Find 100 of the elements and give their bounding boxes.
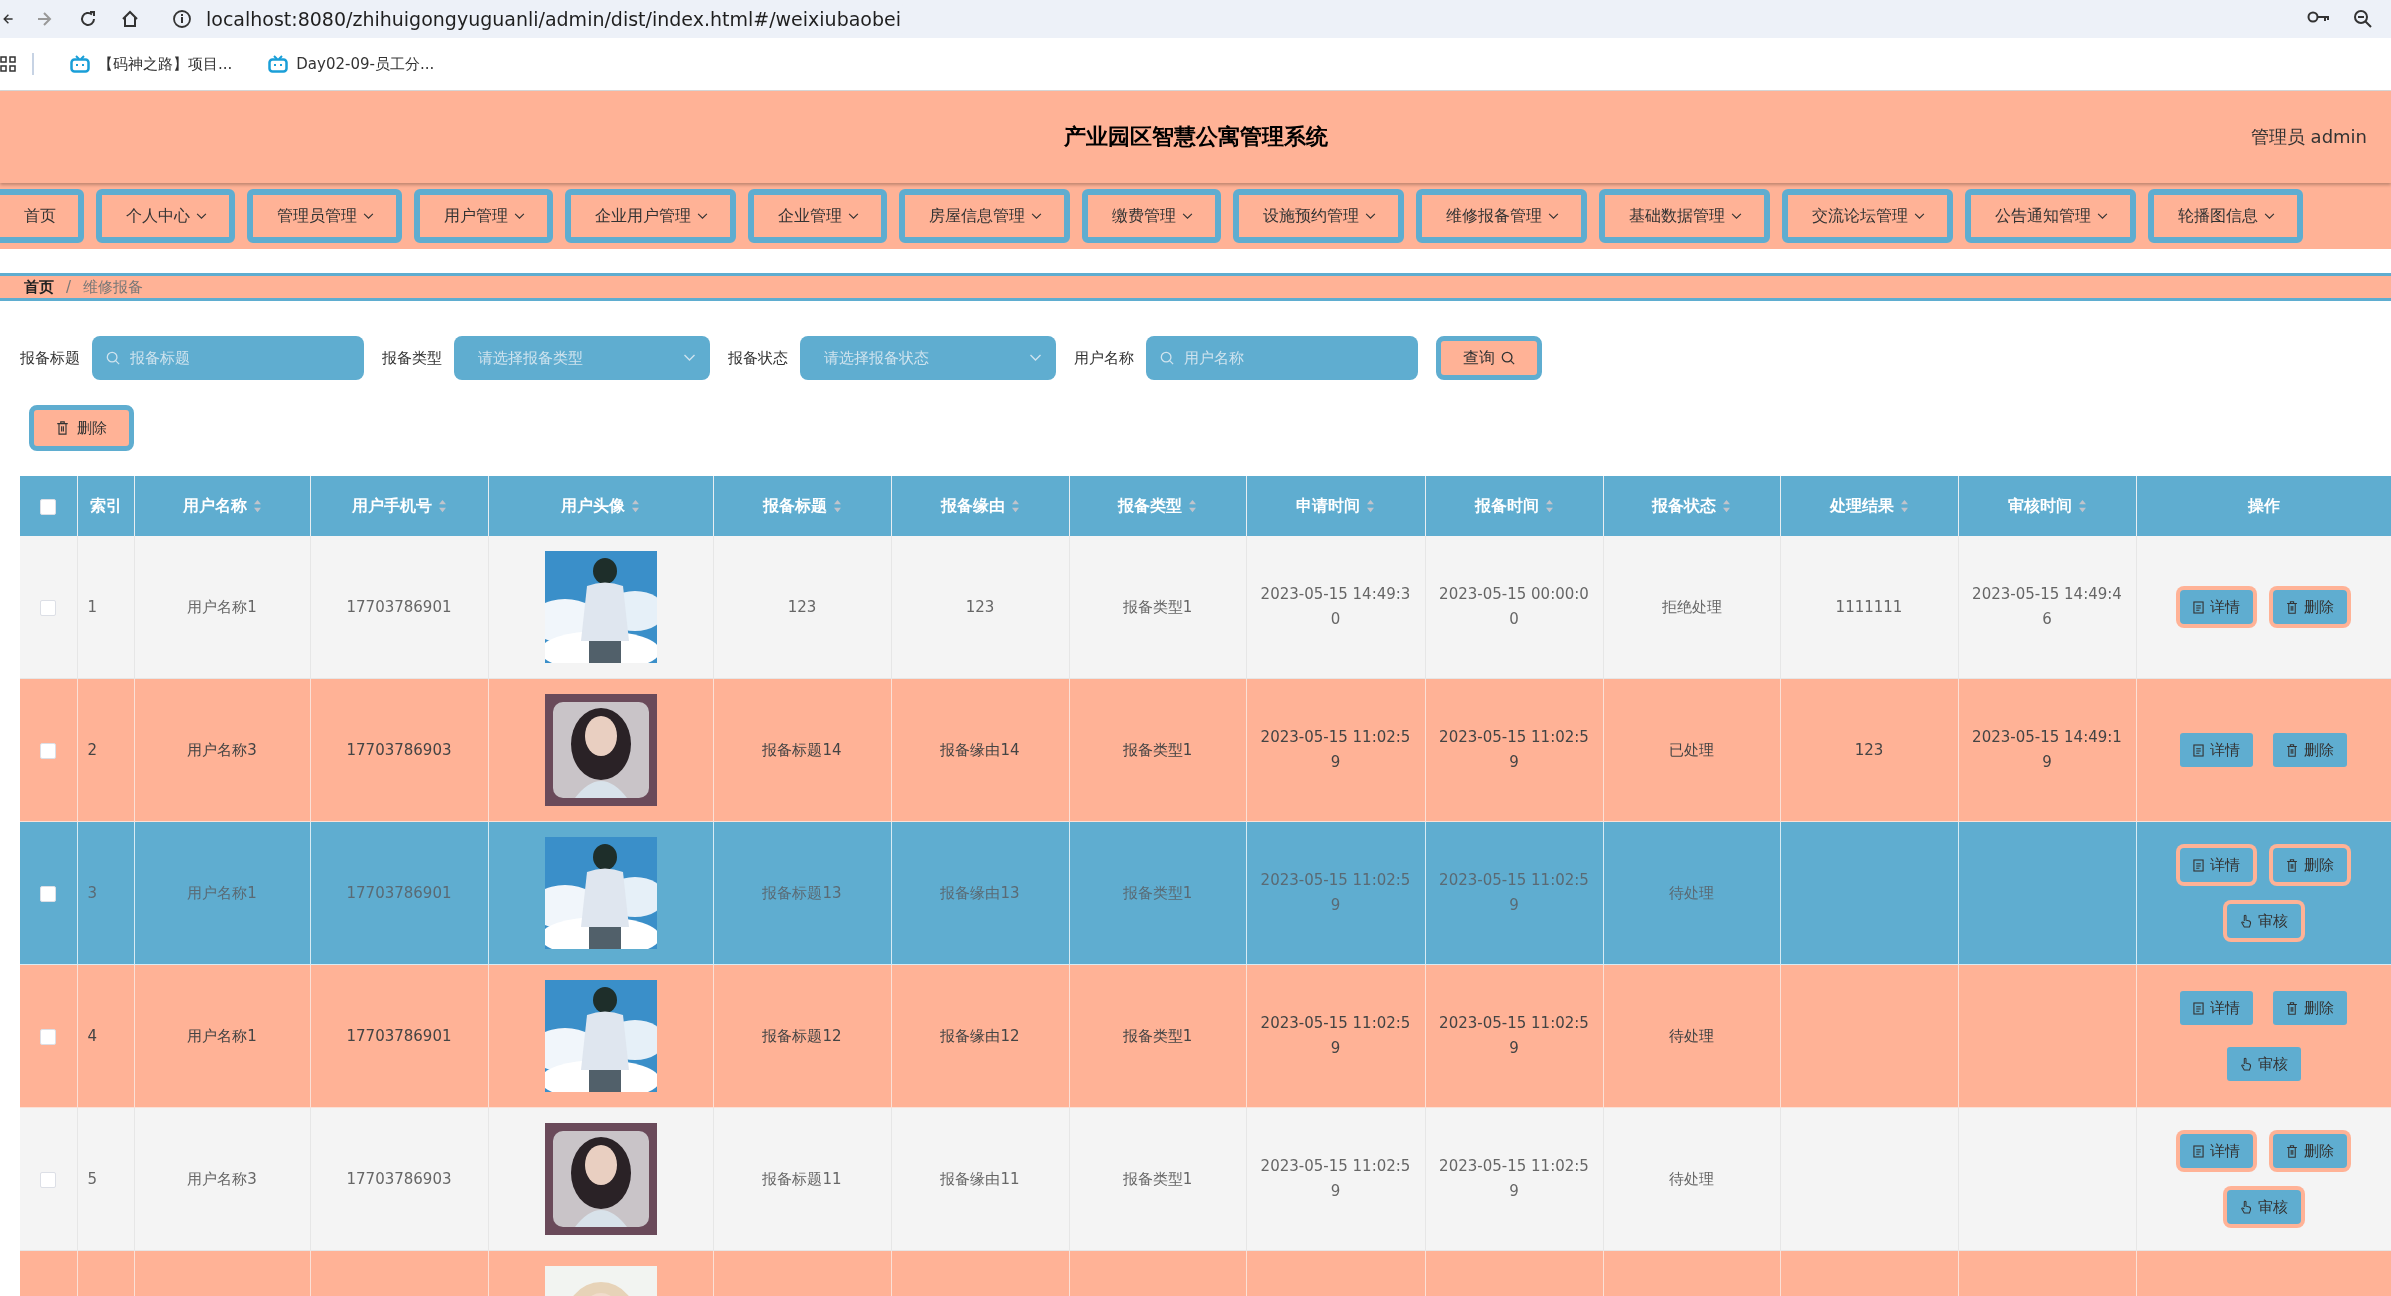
table-cell: 报备类型1	[1122, 597, 1193, 616]
table-cell: 17703786903	[346, 1169, 452, 1188]
field-label: 报备类型	[382, 348, 442, 368]
table-cell: 拒绝处理	[1661, 597, 1722, 616]
sort-icon[interactable]	[1722, 499, 1731, 513]
table-cell: 17703786901	[346, 883, 452, 902]
nav-menu-button[interactable]: 公告通知管理	[1965, 189, 2136, 243]
nav-menu-button[interactable]: 轮播图信息	[2148, 189, 2303, 243]
table-cell: 4	[87, 1026, 98, 1045]
delete-button[interactable]: 删除	[29, 405, 134, 451]
document-icon	[2193, 1144, 2204, 1158]
delete-button[interactable]: 删除	[2273, 733, 2347, 767]
column-header: 用户手机号	[351, 495, 432, 517]
nav-menu-button[interactable]: 设施预约管理	[1233, 189, 1404, 243]
table-cell: 报备标题14	[762, 740, 842, 759]
home-icon[interactable]	[120, 9, 140, 29]
document-icon	[2193, 743, 2204, 757]
breadcrumb-link[interactable]: 首页	[24, 277, 54, 297]
column-header: 审核时间	[2007, 495, 2072, 517]
detail-button[interactable]: 详情	[2180, 733, 2253, 767]
sort-icon[interactable]	[252, 499, 262, 513]
table-cell: 123	[1854, 740, 1884, 759]
nav-menu-button[interactable]: 首页	[0, 189, 84, 243]
trash-icon	[2286, 600, 2298, 614]
table-cell: 2023-05-15 14:49:30	[1260, 585, 1411, 628]
nav-menu-button[interactable]: 房屋信息管理	[899, 189, 1070, 243]
row-checkbox[interactable]	[40, 1171, 57, 1188]
trash-icon	[2286, 1144, 2298, 1158]
nav-menu-button[interactable]: 基础数据管理	[1599, 189, 1770, 243]
nav-menu-button[interactable]: 维修报备管理	[1416, 189, 1587, 243]
table-cell: 17703786901	[346, 597, 452, 616]
row-checkbox[interactable]	[40, 1028, 57, 1045]
table-cell: 报备类型1	[1122, 1026, 1193, 1045]
sort-icon[interactable]	[1188, 499, 1197, 513]
select-field[interactable]: 请选择报备状态	[800, 336, 1056, 380]
search-icon	[1501, 351, 1515, 365]
search-field[interactable]: 用户名称	[1146, 336, 1418, 380]
document-icon	[2193, 1001, 2204, 1015]
breadcrumb-separator: /	[66, 278, 72, 296]
nav-menu-button[interactable]: 企业用户管理	[565, 189, 736, 243]
info-icon[interactable]	[172, 9, 192, 29]
table-cell: 待处理	[1669, 883, 1714, 902]
nav-menu-button[interactable]: 个人中心	[96, 189, 235, 243]
caret-icon	[1029, 354, 1042, 362]
trash-icon	[2286, 1001, 2298, 1015]
sort-icon[interactable]	[832, 499, 842, 513]
column-header: 用户头像	[561, 495, 625, 517]
nav-menu-button[interactable]: 管理员管理	[247, 189, 402, 243]
user-label: 管理员 admin	[2250, 125, 2367, 149]
key-icon[interactable]	[2307, 9, 2331, 25]
document-icon	[2193, 858, 2204, 872]
row-checkbox[interactable]	[40, 599, 57, 616]
nav-menu-button[interactable]: 缴费管理	[1082, 189, 1221, 243]
sort-icon[interactable]	[437, 499, 447, 513]
nav-menu-button[interactable]: 企业管理	[748, 189, 887, 243]
select-field[interactable]: 请选择报备类型	[454, 336, 710, 380]
zoom-icon[interactable]	[2353, 9, 2373, 29]
row-checkbox[interactable]	[40, 742, 57, 759]
table-cell: 2023-05-15 11:02:59	[1439, 871, 1589, 914]
sort-icon[interactable]	[1899, 499, 1909, 513]
row-checkbox[interactable]	[40, 885, 57, 902]
review-button[interactable]: 审核	[2226, 1047, 2301, 1081]
table-cell: 17703786901	[346, 1026, 452, 1045]
trash-icon	[2286, 858, 2298, 872]
table-cell: 用户名称3	[187, 740, 257, 759]
table-cell: 待处理	[1669, 1026, 1714, 1045]
sort-icon[interactable]	[1366, 499, 1375, 513]
table-cell: 2023-05-15 14:49:46	[1972, 585, 2122, 628]
table-cell: 2023-05-15 14:49:19	[1972, 728, 2122, 771]
delete-button[interactable]: 删除	[2273, 991, 2347, 1025]
table-cell: 2023-05-15 11:02:59	[1439, 728, 1589, 771]
search-icon	[1160, 351, 1174, 365]
table-cell: 1111111	[1835, 597, 1903, 616]
bookmark[interactable]: Day02-09-员工分...	[268, 54, 435, 74]
column-header: 申请时间	[1296, 495, 1360, 517]
apps-grid-icon[interactable]	[0, 56, 16, 72]
search-field[interactable]: 报备标题	[92, 336, 364, 380]
select-all-checkbox[interactable]	[40, 499, 57, 515]
search-button[interactable]: 查询	[1436, 336, 1542, 380]
column-header: 报备时间	[1474, 495, 1539, 517]
sort-icon[interactable]	[2077, 499, 2087, 513]
reload-icon[interactable]	[78, 9, 98, 29]
column-header: 报备缘由	[940, 495, 1005, 517]
sort-icon[interactable]	[631, 499, 640, 513]
bookmark[interactable]: 【码神之路】项目...	[70, 54, 233, 74]
app-title: 产业园区智慧公寓管理系统	[1063, 123, 1328, 151]
trash-icon	[2286, 743, 2298, 757]
tv-icon	[70, 55, 90, 73]
table-cell: 2	[87, 740, 98, 759]
nav-menu-button[interactable]: 交流论坛管理	[1782, 189, 1953, 243]
table-cell: 2023-05-15 11:02:59	[1439, 1157, 1589, 1200]
nav-menu-button[interactable]: 用户管理	[414, 189, 553, 243]
table-cell: 2023-05-15 11:02:59	[1260, 728, 1411, 771]
sort-icon[interactable]	[1010, 499, 1020, 513]
table-cell: 1	[87, 597, 98, 616]
sort-icon[interactable]	[1544, 499, 1554, 513]
column-header: 索引	[89, 495, 122, 517]
table-cell: 2023-05-15 11:02:59	[1439, 1014, 1589, 1057]
table-cell: 17703786903	[346, 740, 452, 759]
detail-button[interactable]: 详情	[2180, 991, 2253, 1025]
